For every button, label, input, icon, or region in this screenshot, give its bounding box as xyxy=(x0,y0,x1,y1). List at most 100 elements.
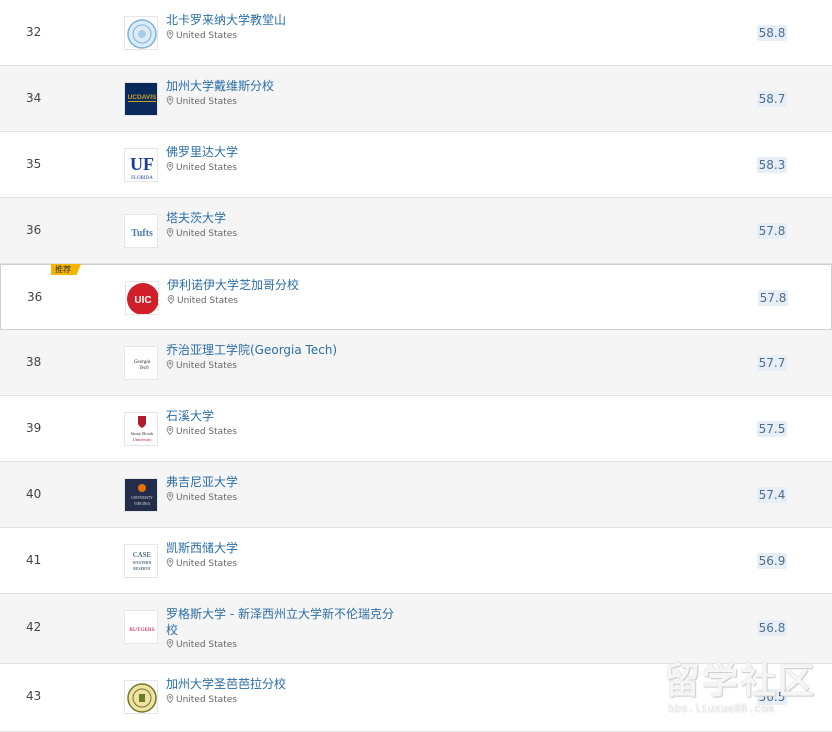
location: United States xyxy=(167,295,238,307)
score-badge: 56.9 xyxy=(757,553,787,569)
score-badge: 57.5 xyxy=(757,421,787,437)
ranking-row[interactable]: 推荐 36 UIC 伊利诺伊大学芝加哥分校 United States 57.8 xyxy=(0,264,832,330)
svg-text:UNIVERSITY: UNIVERSITY xyxy=(131,496,153,500)
rank-number: 41 xyxy=(26,553,42,567)
location-pin-icon xyxy=(166,360,174,372)
location: United States xyxy=(166,426,237,438)
university-name-link[interactable]: 加州大学圣芭芭拉分校 xyxy=(166,676,398,692)
ranking-row[interactable]: 41 CASE WESTERN RESERVE 凯斯西储大学 United Stat… xyxy=(0,528,832,594)
location-pin-icon xyxy=(166,694,174,706)
svg-text:UF: UF xyxy=(130,154,154,174)
university-name-link[interactable]: 罗格斯大学 - 新泽西州立大学新不伦瑞克分校 xyxy=(166,606,398,638)
location-pin-icon xyxy=(167,295,175,307)
score-badge: 57.8 xyxy=(758,290,788,306)
score-badge: 57.7 xyxy=(757,355,787,371)
stony-brook-logo-icon[interactable]: Stony Brook University xyxy=(124,412,158,446)
location: United States xyxy=(166,30,237,42)
location: United States xyxy=(166,694,237,706)
case-western-logo-icon[interactable]: CASE WESTERN RESERVE xyxy=(124,544,158,578)
location-text: United States xyxy=(176,361,237,371)
svg-text:UCDAVIS: UCDAVIS xyxy=(128,94,157,101)
ranking-row[interactable]: 42 RUTGERS 罗格斯大学 - 新泽西州立大学新不伦瑞克分校 United… xyxy=(0,594,832,664)
svg-text:Tufts: Tufts xyxy=(131,228,153,239)
location-pin-icon xyxy=(166,426,174,438)
rank-number: 38 xyxy=(26,355,42,369)
ranking-row[interactable]: 43 加州大学圣芭芭拉分校 United States 56.5 xyxy=(0,664,832,732)
uva-logo-icon[interactable]: UNIVERSITY VIRGINIA xyxy=(124,478,158,512)
location-pin-icon xyxy=(166,558,174,570)
score-badge: 58.7 xyxy=(757,91,787,107)
ranking-row[interactable]: 38 Georgia Tech 乔治亚理工学院(Georgia Tech) Uni… xyxy=(0,330,832,396)
location-text: United States xyxy=(176,695,237,705)
location-text: United States xyxy=(176,559,237,569)
uf-logo-icon[interactable]: UF FLORIDA xyxy=(124,148,158,182)
ranking-row[interactable]: 35 UF FLORIDA 佛罗里达大学 United States 58.3 xyxy=(0,132,832,198)
university-name-link[interactable]: 凯斯西储大学 xyxy=(166,540,398,556)
svg-text:VIRGINIA: VIRGINIA xyxy=(134,502,151,506)
svg-text:RUTGERS: RUTGERS xyxy=(129,627,155,633)
location-text: United States xyxy=(177,296,238,306)
svg-text:WESTERN: WESTERN xyxy=(133,560,152,565)
rank-number: 32 xyxy=(26,25,42,39)
university-name-link[interactable]: 佛罗里达大学 xyxy=(166,144,398,160)
location-text: United States xyxy=(176,640,237,650)
location-text: United States xyxy=(176,163,237,173)
location: United States xyxy=(166,639,237,651)
score-badge: 58.8 xyxy=(757,25,787,41)
rank-number: 35 xyxy=(26,157,42,171)
score-badge: 57.4 xyxy=(757,487,787,503)
score-badge: 57.8 xyxy=(757,223,787,239)
rank-number: 42 xyxy=(26,620,42,634)
university-name-link[interactable]: 弗吉尼亚大学 xyxy=(166,474,398,490)
location-pin-icon xyxy=(166,162,174,174)
location-pin-icon xyxy=(166,492,174,504)
university-name-link[interactable]: 北卡罗来纳大学教堂山 xyxy=(166,12,398,28)
svg-text:FLORIDA: FLORIDA xyxy=(131,176,153,181)
location-text: United States xyxy=(176,493,237,503)
university-name-link[interactable]: 塔夫茨大学 xyxy=(166,210,398,226)
uic-logo-icon[interactable]: UIC xyxy=(125,281,159,315)
ranking-row[interactable]: 32 北卡罗来纳大学教堂山 United States 58.8 xyxy=(0,0,832,66)
svg-text:Tech: Tech xyxy=(139,366,149,371)
rank-number: 39 xyxy=(26,421,42,435)
rank-number: 40 xyxy=(26,487,42,501)
score-badge: 56.5 xyxy=(757,689,787,705)
university-name-link[interactable]: 石溪大学 xyxy=(166,408,398,424)
location-pin-icon xyxy=(166,228,174,240)
georgia-tech-logo-icon[interactable]: Georgia Tech xyxy=(124,346,158,380)
uc-davis-logo-icon[interactable]: UCDAVIS xyxy=(124,82,158,116)
svg-text:Georgia: Georgia xyxy=(134,360,151,365)
location: United States xyxy=(166,228,237,240)
ranking-row[interactable]: 34 UCDAVIS 加州大学戴维斯分校 United States 58.7 xyxy=(0,66,832,132)
location-text: United States xyxy=(176,31,237,41)
university-name-link[interactable]: 伊利诺伊大学芝加哥分校 xyxy=(167,277,399,293)
unc-seal-icon[interactable] xyxy=(124,16,158,50)
rank-number: 43 xyxy=(26,689,42,703)
svg-text:RESERVE: RESERVE xyxy=(133,566,151,571)
rank-number: 34 xyxy=(26,91,42,105)
location-pin-icon xyxy=(166,639,174,651)
university-name-link[interactable]: 加州大学戴维斯分校 xyxy=(166,78,398,94)
svg-text:CASE: CASE xyxy=(133,551,151,559)
recommended-badge: 推荐 xyxy=(51,264,81,275)
ucsb-seal-icon[interactable] xyxy=(124,680,158,714)
location-pin-icon xyxy=(166,30,174,42)
location-text: United States xyxy=(176,427,237,437)
location: United States xyxy=(166,162,237,174)
university-name-link[interactable]: 乔治亚理工学院(Georgia Tech) xyxy=(166,342,398,358)
location-text: United States xyxy=(176,229,237,239)
location-text: United States xyxy=(176,97,237,107)
ranking-row[interactable]: 40 UNIVERSITY VIRGINIA 弗吉尼亚大学 United Stat… xyxy=(0,462,832,528)
location: United States xyxy=(166,558,237,570)
svg-text:University: University xyxy=(133,437,153,442)
ranking-row[interactable]: 39 Stony Brook University 石溪大学 United Sta… xyxy=(0,396,832,462)
rutgers-logo-icon[interactable]: RUTGERS xyxy=(124,610,158,644)
svg-text:UIC: UIC xyxy=(134,295,151,306)
location: United States xyxy=(166,492,237,504)
ranking-row[interactable]: 36 Tufts 塔夫茨大学 United States 57.8 xyxy=(0,198,832,264)
tufts-logo-icon[interactable]: Tufts xyxy=(124,214,158,248)
location: United States xyxy=(166,96,237,108)
score-badge: 58.3 xyxy=(757,157,787,173)
score-badge: 56.8 xyxy=(757,620,787,636)
rank-number: 36 xyxy=(26,223,42,237)
